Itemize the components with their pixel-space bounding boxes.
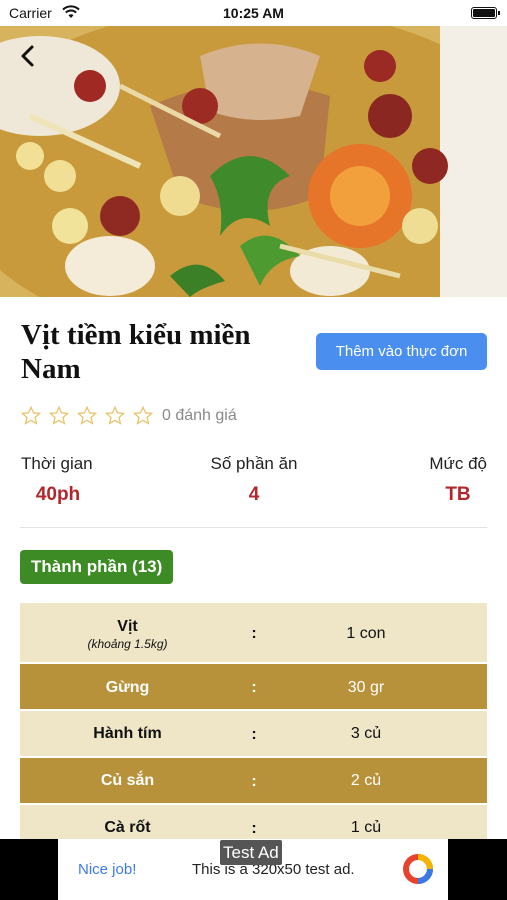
time-label: Thời gian <box>21 454 93 473</box>
star-icon[interactable] <box>76 405 98 427</box>
ingredient-quantity: 30 gr <box>347 679 385 696</box>
ingredient-note: (khoảng 1.5kg) <box>87 637 168 651</box>
separator: : <box>251 679 257 696</box>
rating: 0 đánh giá <box>20 404 237 428</box>
ad-nice-label: Nice job! <box>78 861 137 878</box>
servings-label: Số phần ăn <box>210 454 298 473</box>
ingredient-name: Vịt <box>117 618 138 635</box>
rating-count: 0 đánh giá <box>162 407 237 424</box>
separator: : <box>251 625 257 642</box>
star-icon[interactable] <box>48 405 70 427</box>
clock: 10:25 AM <box>223 5 284 21</box>
table-row: Vịt (khoảng 1.5kg) : 1 con <box>20 603 487 664</box>
table-row: Gừng : 30 gr <box>20 664 487 711</box>
ingredient-name: Hành tím <box>93 725 162 742</box>
ingredient-name: Cà rốt <box>104 819 151 836</box>
ingredient-name: Củ sắn <box>100 772 155 789</box>
star-icon[interactable] <box>132 405 154 427</box>
ingredients-header[interactable]: Thành phần (13) <box>20 550 174 584</box>
ingredient-quantity: 1 củ <box>350 819 382 836</box>
battery-icon <box>471 7 500 19</box>
servings-value: 4 <box>248 484 260 505</box>
ingredient-quantity: 3 củ <box>350 725 382 742</box>
separator: : <box>251 773 257 790</box>
back-button[interactable] <box>12 40 44 72</box>
ad-logo-icon <box>403 854 433 884</box>
recipe-title: Vịt tiềm kiểu miền Nam <box>21 319 251 385</box>
star-icon[interactable] <box>20 405 42 427</box>
ingredient-name: Gừng <box>105 679 150 696</box>
table-row: Củ sắn : 2 củ <box>20 758 487 805</box>
separator: : <box>251 820 257 837</box>
difficulty-value: TB <box>445 484 471 505</box>
ingredient-quantity: 2 củ <box>350 772 382 789</box>
add-to-menu-button[interactable]: Thêm vào thực đơn <box>316 333 487 370</box>
status-bar: Carrier 10:25 AM <box>0 0 507 26</box>
test-ad-label: Test Ad <box>220 840 282 865</box>
table-row: Hành tím : 3 củ <box>20 711 487 758</box>
recipe-hero-image <box>0 26 507 297</box>
ingredient-quantity: 1 con <box>346 625 386 642</box>
ingredients-table: Vịt (khoảng 1.5kg) : 1 con Gừng : 30 gr … <box>20 603 487 852</box>
divider <box>20 527 487 528</box>
difficulty-label: Mức độ <box>429 454 487 473</box>
time-value: 40ph <box>35 484 81 505</box>
separator: : <box>251 726 257 743</box>
star-icon[interactable] <box>104 405 126 427</box>
